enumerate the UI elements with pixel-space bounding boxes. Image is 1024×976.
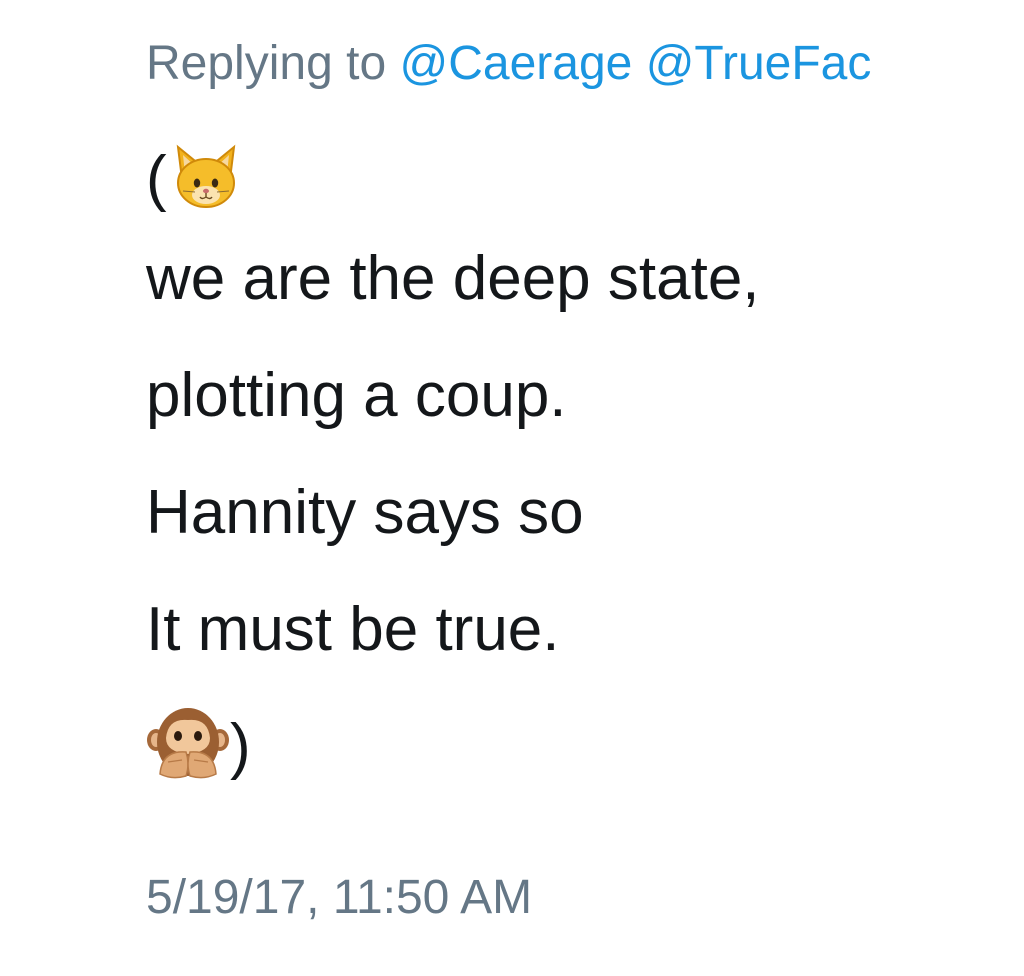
tweet-line-2: plotting a coup. bbox=[146, 361, 567, 430]
tweet-timestamp[interactable]: 5/19/17, 11:50 AM bbox=[146, 866, 532, 930]
tweet-line-4: It must be true. bbox=[146, 595, 560, 664]
open-paren: ( bbox=[146, 144, 167, 213]
tweet-text: ( we are the deep state, plotting a coup… bbox=[146, 138, 760, 805]
tweet-line-close: ) bbox=[146, 688, 760, 805]
tweet-line-1: we are the deep state, bbox=[146, 244, 760, 313]
tweet-detail: Replying to @Caerage @TrueFac ( we are t… bbox=[0, 0, 1024, 976]
speak-no-evil-monkey-icon bbox=[147, 707, 229, 778]
replying-to-line: Replying to @Caerage @TrueFac bbox=[146, 32, 871, 96]
close-paren: ) bbox=[230, 712, 251, 781]
replying-to-label: Replying to bbox=[146, 37, 387, 90]
mention-truefac[interactable]: @TrueFac bbox=[646, 37, 872, 90]
tweet-line-open: ( bbox=[146, 138, 760, 220]
tweet-line-3: Hannity says so bbox=[146, 478, 584, 547]
mention-caerage[interactable]: @Caerage bbox=[399, 37, 632, 90]
cat-face-icon bbox=[176, 144, 235, 208]
